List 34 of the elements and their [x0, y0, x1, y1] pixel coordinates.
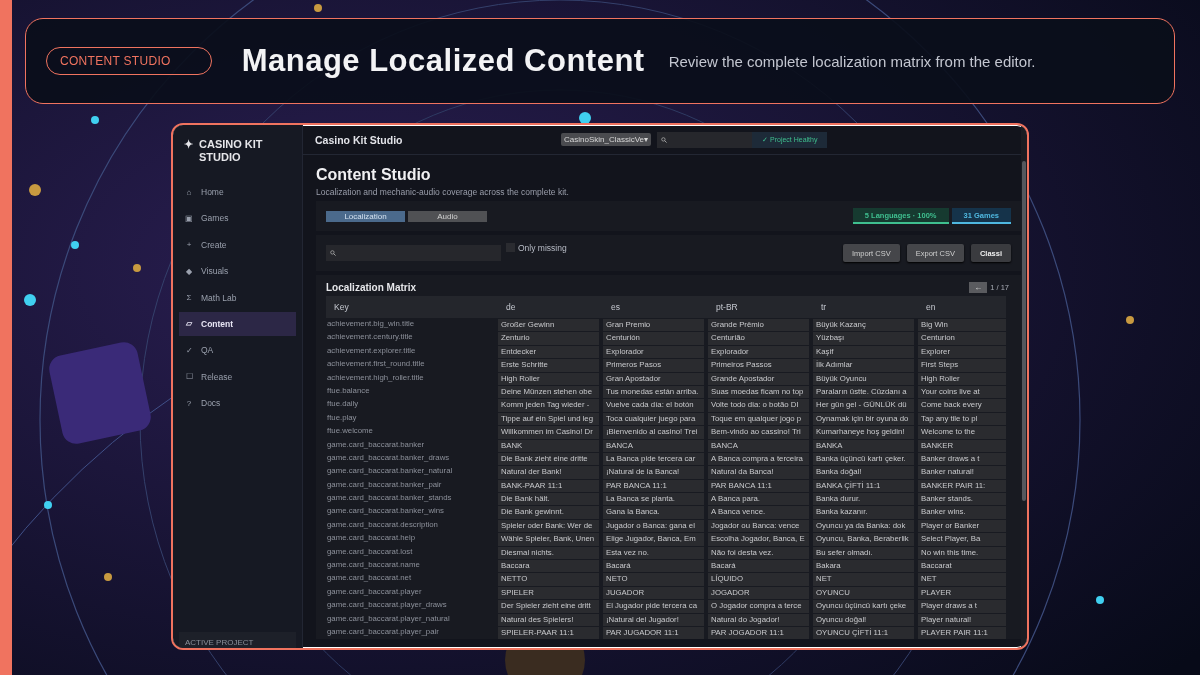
search-field[interactable]: [657, 131, 753, 148]
active-project-label: ACTIVE PROJECT: [179, 632, 296, 648]
column-header: pt-BR: [715, 302, 739, 312]
nav-item[interactable]: ▣ Games: [179, 206, 296, 231]
column-header: de: [505, 302, 517, 312]
column-header: es: [610, 302, 621, 312]
nav-item[interactable]: + Create: [179, 232, 296, 257]
nav-item[interactable]: ☐ Release: [179, 364, 296, 389]
slide-title: Manage Localized Content: [241, 43, 645, 79]
checkbox-label: Only missing: [518, 243, 567, 253]
page-title: Content Studio: [316, 166, 432, 184]
nav-item[interactable]: Σ Math Lab: [179, 285, 296, 310]
search-icon: [330, 250, 336, 256]
column-header: Key: [333, 302, 350, 312]
brand-name: CASINO KIT STUDIO: [199, 138, 264, 164]
tab[interactable]: Audio: [408, 210, 487, 222]
filter-field[interactable]: [326, 245, 501, 261]
column-header: en: [925, 302, 937, 312]
page-subtitle: Localization and mechanic-audio coverage across the complete kit.: [316, 187, 570, 197]
column-header: tr: [820, 302, 828, 312]
nav-item[interactable]: ? Docs: [179, 391, 296, 416]
app-title: Casino Kit Studio: [315, 133, 404, 146]
nav-item[interactable]: ⌂ Home: [179, 180, 296, 204]
tab[interactable]: Localization: [326, 210, 405, 222]
nav-item[interactable]: ▱ Content: [179, 311, 296, 336]
brand-icon: ✦: [184, 138, 193, 164]
scrollbar[interactable]: [1022, 161, 1026, 501]
prev-page-button[interactable]: ←: [969, 282, 988, 293]
matrix-title: Localization Matrix: [326, 282, 417, 293]
search-icon: [661, 136, 668, 143]
project-dropdown[interactable]: CasinoSkin_ClassicVe▾: [561, 133, 652, 146]
slide-subtitle: Review the complete localization matrix from the editor.: [668, 52, 1036, 70]
nav-item[interactable]: ✓ QA: [179, 338, 296, 363]
nav-item[interactable]: ◆ Visuals: [179, 259, 296, 284]
